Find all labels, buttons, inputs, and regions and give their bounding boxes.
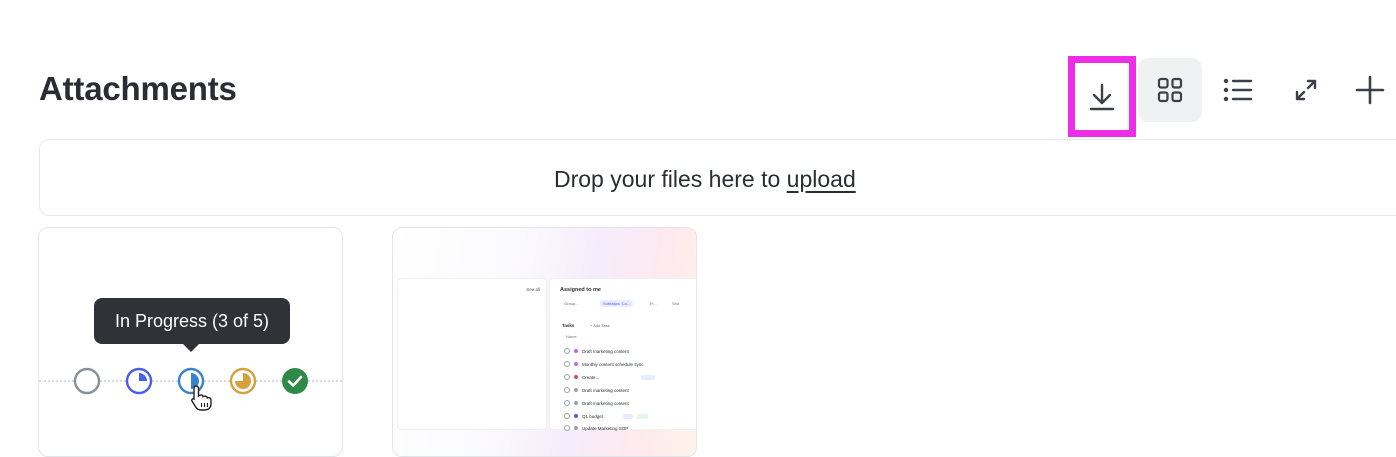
grid-view-button[interactable] [1138,58,1202,122]
status-not-started-icon [73,367,101,395]
thumbnail-add-task: + Add Task [590,323,610,328]
thumbnail-task-row: Draft marketing content [564,348,629,354]
thumbnail-task-row: Monthly content schedule sync [564,361,644,367]
thumbnail-panel: Assigned to me Group... Subtasks: Co... … [549,278,696,431]
thumbnail-task-row: Draft marketing content [564,387,629,393]
grid-view-icon [1157,77,1183,103]
status-three-quarter-icon [229,367,257,395]
pointer-cursor-icon [191,385,212,411]
list-view-button[interactable] [1206,58,1270,122]
thumbnail-chip: Sho [672,301,680,306]
expand-button[interactable] [1274,58,1338,122]
thumbnail-column: Name [566,334,577,339]
thumbnail-heading: Assigned to me [560,287,601,293]
thumbnail-chip: Fi... [650,301,657,306]
add-attachment-button[interactable] [1340,58,1396,122]
thumbnail-task-row: Create... [564,374,655,380]
thumbnail-task-row: Update Marketing SOP [564,425,628,431]
thumbnail-chip: Subtasks: Co... [600,300,634,307]
download-all-button[interactable] [1068,56,1136,137]
plus-icon [1355,75,1385,105]
status-quarter-icon [125,367,153,395]
page-title: Attachments [39,70,237,107]
thumbnail-see-all: See all [526,287,540,292]
attachment-card[interactable]: See all Assigned to me Group... Subtasks… [392,227,697,457]
dropzone-label: Drop your files here to [554,166,781,192]
attachment-card[interactable]: In Progress (3 of 5) [38,227,343,457]
expand-icon [1295,79,1317,101]
status-complete-icon [282,368,308,394]
thumbnail-panel: See all [397,278,547,430]
download-icon [1089,83,1115,110]
upload-dropzone[interactable]: Drop your files here to upload [39,139,1396,216]
thumbnail-task-row: Q1 budget [564,413,648,419]
thumbnail-task-row: Draft marketing content [564,400,629,406]
thumbnail-section: Tasks [562,323,575,328]
thumbnail-chip: Group... [564,301,579,306]
status-tooltip: In Progress (3 of 5) [94,298,290,352]
dropzone-text: Drop your files here to upload [554,166,856,193]
upload-link[interactable]: upload [787,166,856,192]
list-view-icon [1223,78,1253,102]
